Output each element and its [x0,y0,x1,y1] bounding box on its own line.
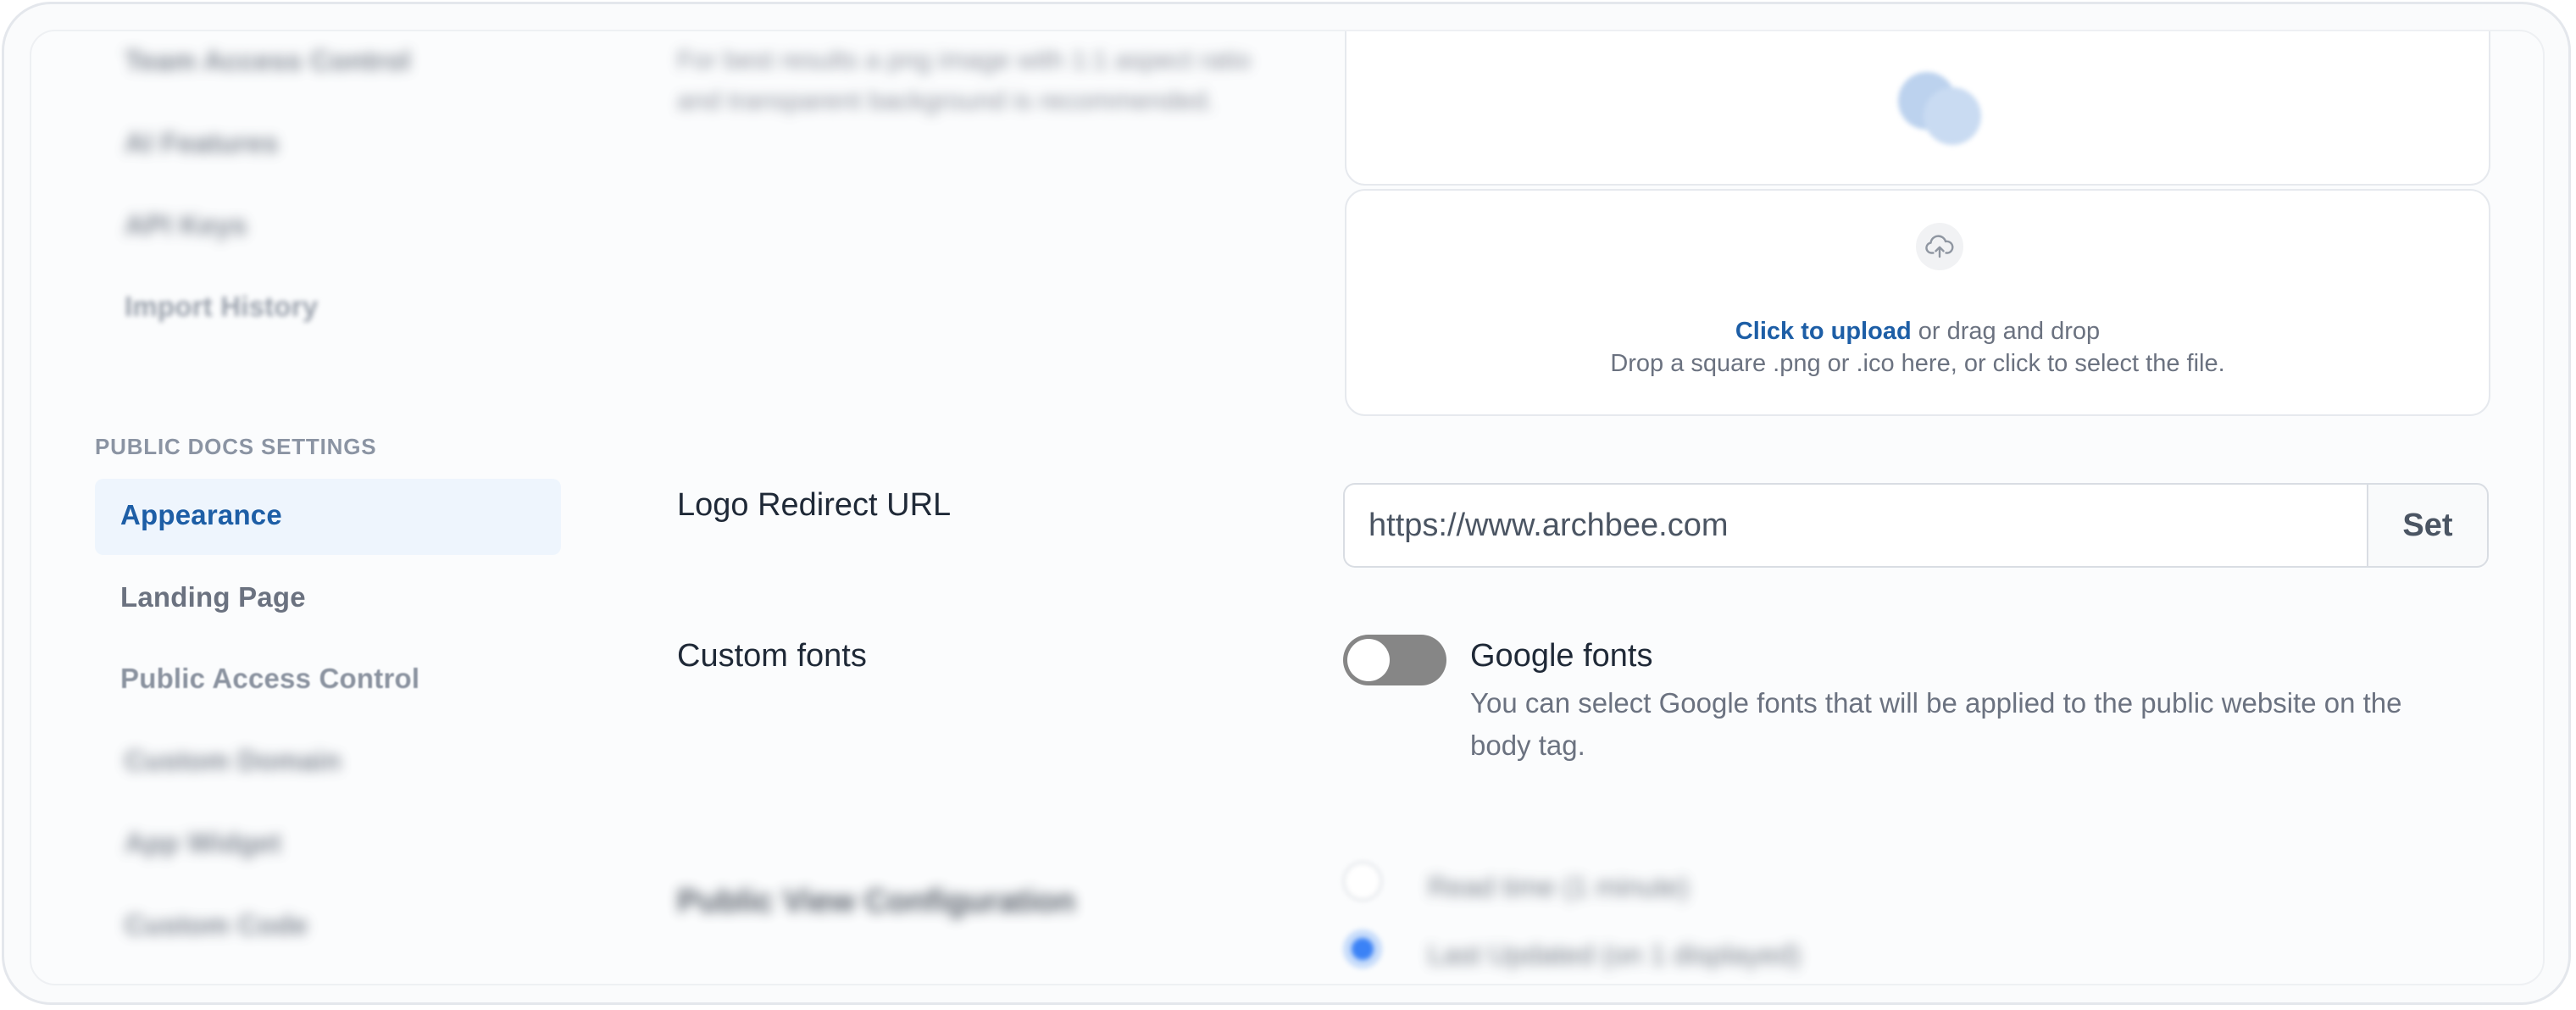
sidebar-item-ai-features[interactable]: AI Features [125,127,279,159]
favicon-preview-card [1345,31,2490,186]
settings-panel: Team Access Control AI Features API Keys… [30,30,2545,985]
sidebar-item-landing-page[interactable]: Landing Page [120,581,306,613]
upload-icon-wrapper [1916,223,1963,270]
click-to-upload-link[interactable]: Click to upload [1735,318,1912,345]
app-frame: Team Access Control AI Features API Keys… [2,2,2571,1005]
radio-read-time-label: Read time (1 minute) [1428,871,1690,902]
custom-fonts-label: Custom fonts [677,638,867,674]
toggle-knob [1347,639,1390,681]
set-button[interactable]: Set [2367,483,2489,568]
upload-hint: Drop a square .png or .ico here, or clic… [1610,350,2225,377]
google-fonts-title: Google fonts [1470,638,1653,674]
sidebar-item-app-widget[interactable]: App Widget [125,827,281,859]
favicon-upload-dropzone[interactable]: Click to upload or drag and drop Drop a … [1345,189,2490,416]
upload-instructions: Click to upload or drag and drop [1346,318,2489,346]
google-fonts-description: You can select Google fonts that will be… [1470,687,2402,761]
logo-redirect-url-input[interactable] [1343,483,2373,568]
sidebar-item-import-history[interactable]: Import History [125,291,318,323]
favicon-description: For best results a png image with 1:1 as… [677,45,1252,115]
sidebar-item-custom-domain[interactable]: Custom Domain [125,745,341,777]
sidebar-section-title: PUBLIC DOCS SETTINGS [95,434,377,459]
google-fonts-toggle[interactable] [1343,635,1446,685]
radio-last-updated[interactable] [1343,930,1382,968]
sidebar-item-appearance[interactable]: Appearance [120,499,282,531]
upload-drag-text: or drag and drop [1911,318,2101,345]
cloud-upload-icon [1925,235,1954,258]
radio-read-time[interactable] [1343,862,1382,901]
public-view-config-label: Public View Configuration [677,884,1076,919]
radio-last-updated-label: Last Updated (on 1 displayed) [1428,939,1802,970]
logo-redirect-label: Logo Redirect URL [677,487,952,523]
favicon-preview-icon [1898,72,1981,145]
sidebar-item-public-access-control[interactable]: Public Access Control [120,663,419,695]
sidebar-item-api-keys[interactable]: API Keys [125,209,247,241]
sidebar-item-custom-code[interactable]: Custom Code [125,909,308,941]
sidebar-item-team-access[interactable]: Team Access Control [125,45,411,77]
